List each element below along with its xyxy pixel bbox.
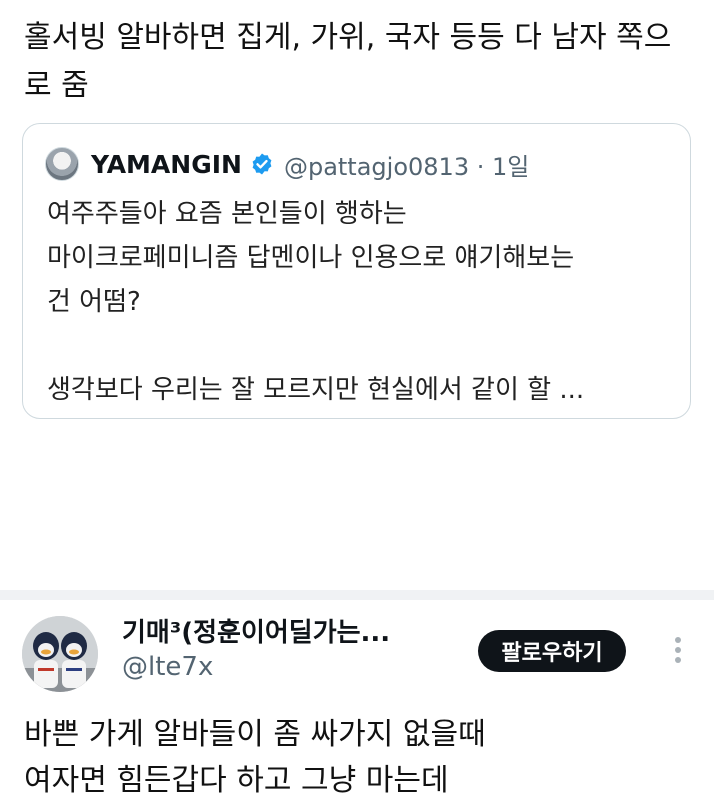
quoted-author-name[interactable]: YAMANGIN: [91, 150, 242, 179]
author-name[interactable]: 기매³(정훈이어딜가는...: [122, 612, 390, 649]
tweet-text: 바쁜 가게 알바들이 좀 싸가지 없을때 여자면 힘든갑다 하고 그냥 마는데: [24, 717, 486, 798]
quoted-author-avatar[interactable]: [45, 147, 79, 181]
section-divider: [0, 590, 714, 600]
more-vertical-icon[interactable]: [672, 634, 684, 666]
verified-badge-icon: [252, 153, 272, 175]
avatar-image: [22, 616, 98, 692]
quoted-tweet-header: YAMANGIN @pattagjo0813 · 1일: [45, 144, 529, 184]
author-handle[interactable]: @lte7x: [122, 652, 213, 682]
follow-button[interactable]: 팔로우하기: [478, 630, 626, 672]
tweet-text: 홀서빙 알바하면 집게, 가위, 국자 등등 다 남자 쪽으로 줌: [24, 20, 672, 103]
quoted-tweet-card[interactable]: YAMANGIN @pattagjo0813 · 1일 여주주들아 요즘 본인들…: [22, 123, 691, 419]
author-avatar[interactable]: [22, 616, 98, 692]
quoted-tweet-text: 여주주들아 요즘 본인들이 행하는 마이크로페미니즘 답멘이나 인용으로 얘기해…: [47, 199, 585, 405]
quoted-author-handle: @pattagjo0813 · 1일: [283, 152, 530, 181]
